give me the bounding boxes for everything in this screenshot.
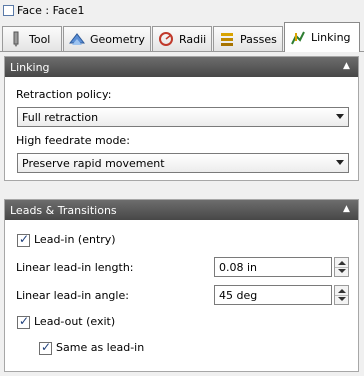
tab-passes[interactable]: Passes: [213, 26, 283, 51]
checkmark-icon: ✓: [19, 314, 30, 328]
retraction-policy-dropdown[interactable]: Full retraction: [17, 107, 349, 127]
leads-transitions-panel-header[interactable]: Leads & Transitions ▲: [5, 200, 358, 220]
same-as-lead-in-checkbox[interactable]: ✓: [39, 340, 52, 355]
collapse-chevron-icon[interactable]: ▲: [340, 203, 353, 216]
high-feedrate-mode-label: High feedrate mode:: [16, 134, 130, 147]
lead-in-angle-label: Linear lead-in angle:: [16, 289, 129, 302]
leads-transitions-panel-title: Leads & Transitions: [10, 203, 117, 217]
tab-geometry[interactable]: Geometry: [63, 26, 151, 51]
lead-in-length-value: 0.08 in: [219, 260, 258, 274]
lead-in-angle-input[interactable]: 45 deg: [214, 285, 332, 305]
tab-linking[interactable]: Linking: [284, 22, 360, 52]
tab-strip: Tool Geometry Radii Passes Linking: [0, 22, 364, 52]
lead-out-checkbox[interactable]: ✓: [17, 314, 30, 329]
tab-radii-label: Radii: [179, 32, 207, 46]
dropdown-arrow-icon: [336, 160, 344, 165]
lead-out-label: Lead-out (exit): [34, 315, 116, 328]
lead-in-length-input[interactable]: 0.08 in: [214, 257, 332, 277]
lead-in-checkbox[interactable]: ✓: [17, 232, 30, 247]
dropdown-arrow-icon: [336, 114, 344, 119]
window-title: Face : Face1: [17, 4, 85, 17]
radii-icon: [158, 31, 174, 47]
retraction-policy-label: Retraction policy:: [16, 88, 112, 101]
linking-panel-title: Linking: [10, 60, 50, 74]
title-bar: Face : Face1: [0, 0, 364, 22]
lead-in-angle-spinner[interactable]: [334, 285, 349, 305]
collapse-chevron-icon[interactable]: ▲: [340, 60, 353, 73]
lead-in-angle-value: 45 deg: [219, 288, 258, 302]
tab-linking-label: Linking: [311, 31, 351, 44]
tab-tool-label: Tool: [29, 32, 51, 46]
high-feedrate-mode-dropdown[interactable]: Preserve rapid movement: [17, 153, 349, 173]
checkmark-icon: ✓: [41, 340, 52, 354]
spin-down-icon[interactable]: [338, 297, 346, 301]
spin-divider: [335, 295, 348, 296]
linking-panel-header[interactable]: Linking ▲: [5, 57, 358, 77]
tab-radii[interactable]: Radii: [152, 26, 212, 51]
lead-in-length-label: Linear lead-in length:: [16, 261, 134, 274]
retraction-policy-value: Full retraction: [22, 110, 99, 124]
same-as-lead-in-label: Same as lead-in: [56, 341, 145, 354]
tab-geometry-label: Geometry: [90, 32, 145, 46]
face-operation-icon: [3, 5, 14, 16]
spin-up-icon[interactable]: [338, 289, 346, 293]
tab-passes-label: Passes: [240, 32, 277, 46]
geometry-icon: [68, 31, 86, 47]
lead-in-length-spinner[interactable]: [334, 257, 349, 277]
leads-transitions-panel: Leads & Transitions ▲ ✓ Lead-in (entry) …: [4, 199, 359, 372]
high-feedrate-mode-value: Preserve rapid movement: [22, 156, 165, 170]
tab-tool[interactable]: Tool: [2, 26, 62, 51]
passes-icon: [219, 31, 235, 47]
linking-icon: [290, 30, 306, 46]
tool-icon: [8, 31, 24, 47]
linking-panel: Linking ▲ Retraction policy: Full retrac…: [4, 56, 359, 181]
spin-down-icon[interactable]: [338, 269, 346, 273]
lead-in-label: Lead-in (entry): [34, 233, 116, 246]
checkmark-icon: ✓: [19, 232, 30, 246]
spin-divider: [335, 267, 348, 268]
spin-up-icon[interactable]: [338, 261, 346, 265]
